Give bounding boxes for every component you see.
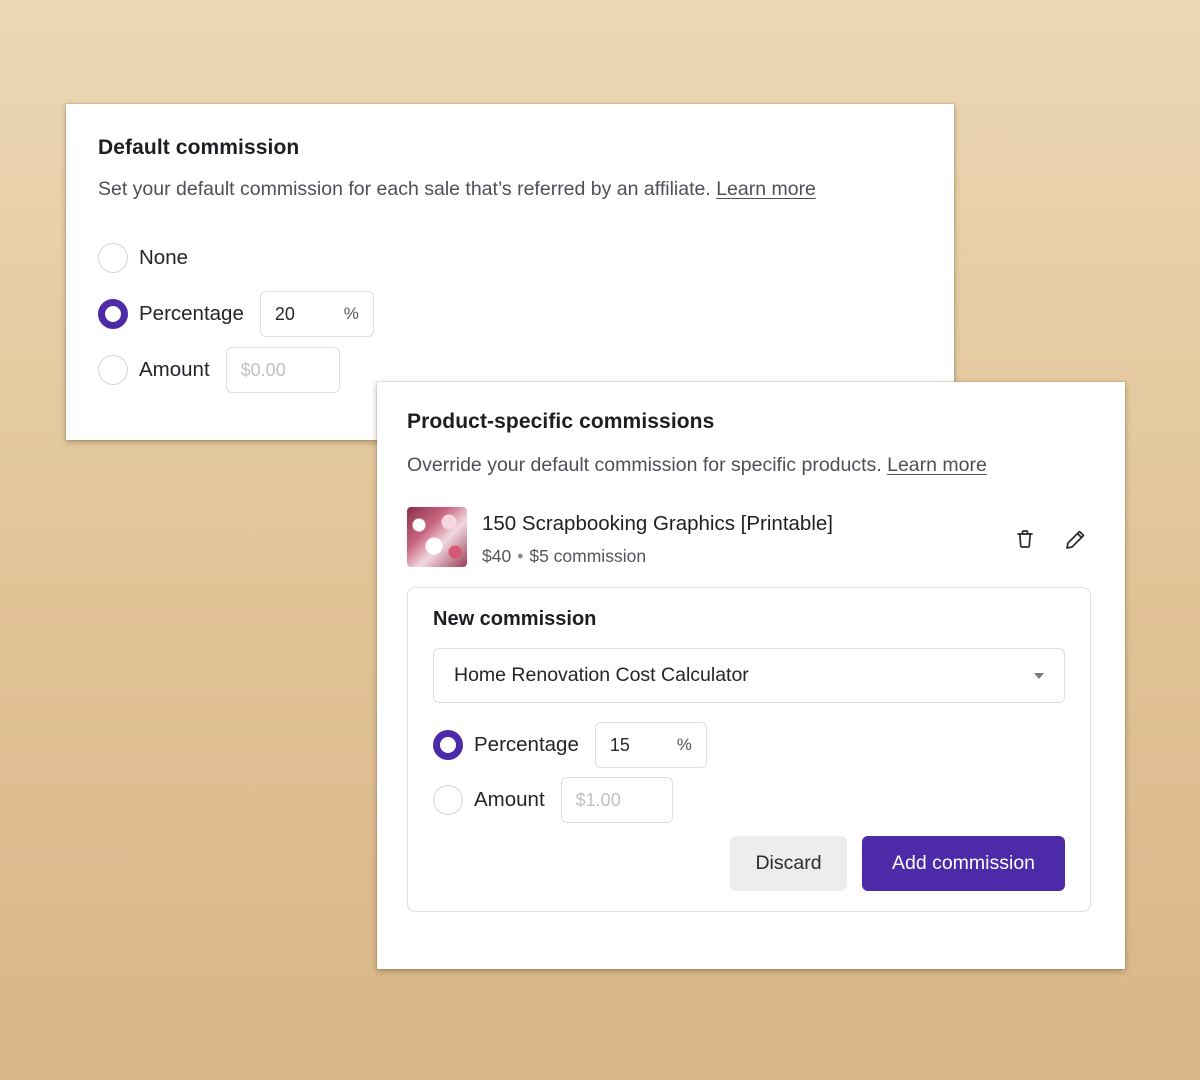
option-amount-label: Amount bbox=[139, 358, 210, 381]
new-percentage-value: 15 bbox=[609, 734, 630, 755]
new-option-percentage[interactable]: Percentage 15 % bbox=[433, 722, 1065, 768]
pencil-icon[interactable] bbox=[1063, 527, 1087, 551]
product-commissions-learn-more-link[interactable]: Learn more bbox=[887, 454, 987, 476]
default-commission-learn-more-link[interactable]: Learn more bbox=[716, 178, 816, 200]
add-commission-button[interactable]: Add commission bbox=[862, 836, 1065, 891]
discard-button[interactable]: Discard bbox=[730, 836, 847, 891]
percent-suffix: % bbox=[343, 304, 359, 323]
new-amount-placeholder: $1.00 bbox=[575, 789, 621, 810]
new-option-percentage-label: Percentage bbox=[474, 733, 579, 756]
new-radio-amount[interactable] bbox=[433, 785, 463, 815]
new-radio-percentage[interactable] bbox=[433, 730, 463, 760]
default-amount-placeholder: $0.00 bbox=[240, 359, 286, 380]
product-select-value: Home Renovation Cost Calculator bbox=[454, 664, 749, 686]
new-commission-title: New commission bbox=[433, 608, 597, 630]
default-percentage-input[interactable]: 20 % bbox=[259, 291, 374, 337]
default-commission-title: Default commission bbox=[98, 136, 300, 159]
option-none-label: None bbox=[139, 246, 189, 269]
product-name: 150 Scrapbooking Graphics [Printable] bbox=[482, 512, 833, 535]
product-commissions-title: Product-specific commissions bbox=[407, 410, 715, 433]
radio-none[interactable] bbox=[98, 243, 128, 273]
new-option-amount[interactable]: Amount $1.00 bbox=[433, 777, 1065, 823]
product-commissions-description: Override your default commission for spe… bbox=[407, 454, 1095, 477]
default-amount-input[interactable]: $0.00 bbox=[225, 347, 340, 393]
trash-icon[interactable] bbox=[1013, 527, 1037, 551]
product-commissions-card: Product-specific commissions Override yo… bbox=[377, 382, 1125, 969]
new-percentage-input[interactable]: 15 % bbox=[594, 722, 707, 768]
product-actions bbox=[1013, 527, 1087, 551]
new-commission-form: New commission Home Renovation Cost Calc… bbox=[407, 587, 1091, 912]
product-select[interactable]: Home Renovation Cost Calculator bbox=[433, 648, 1065, 703]
new-percent-suffix: % bbox=[676, 735, 692, 754]
option-percentage[interactable]: Percentage 20 % bbox=[98, 291, 922, 337]
option-none[interactable]: None bbox=[98, 235, 922, 281]
product-commission-item: 150 Scrapbooking Graphics [Printable] $4… bbox=[407, 507, 1095, 567]
radio-percentage[interactable] bbox=[98, 299, 128, 329]
product-commissions-description-text: Override your default commission for spe… bbox=[407, 454, 882, 476]
product-commission-value: $5 commission bbox=[529, 546, 647, 566]
default-commission-description: Set your default commission for each sal… bbox=[98, 178, 922, 201]
meta-separator: • bbox=[517, 546, 524, 566]
option-percentage-label: Percentage bbox=[139, 302, 244, 325]
radio-amount[interactable] bbox=[98, 355, 128, 385]
product-info: 150 Scrapbooking Graphics [Printable] $4… bbox=[482, 507, 833, 567]
new-amount-input[interactable]: $1.00 bbox=[560, 777, 673, 823]
product-thumbnail bbox=[407, 507, 467, 567]
new-option-amount-label: Amount bbox=[474, 788, 545, 811]
chevron-down-icon bbox=[1034, 672, 1044, 679]
default-percentage-value: 20 bbox=[274, 303, 295, 324]
product-price: $40 bbox=[482, 546, 512, 566]
default-commission-description-text: Set your default commission for each sal… bbox=[98, 178, 711, 200]
product-meta: $40 • $5 commission bbox=[482, 546, 833, 567]
form-actions: Discard Add commission bbox=[730, 836, 1065, 891]
